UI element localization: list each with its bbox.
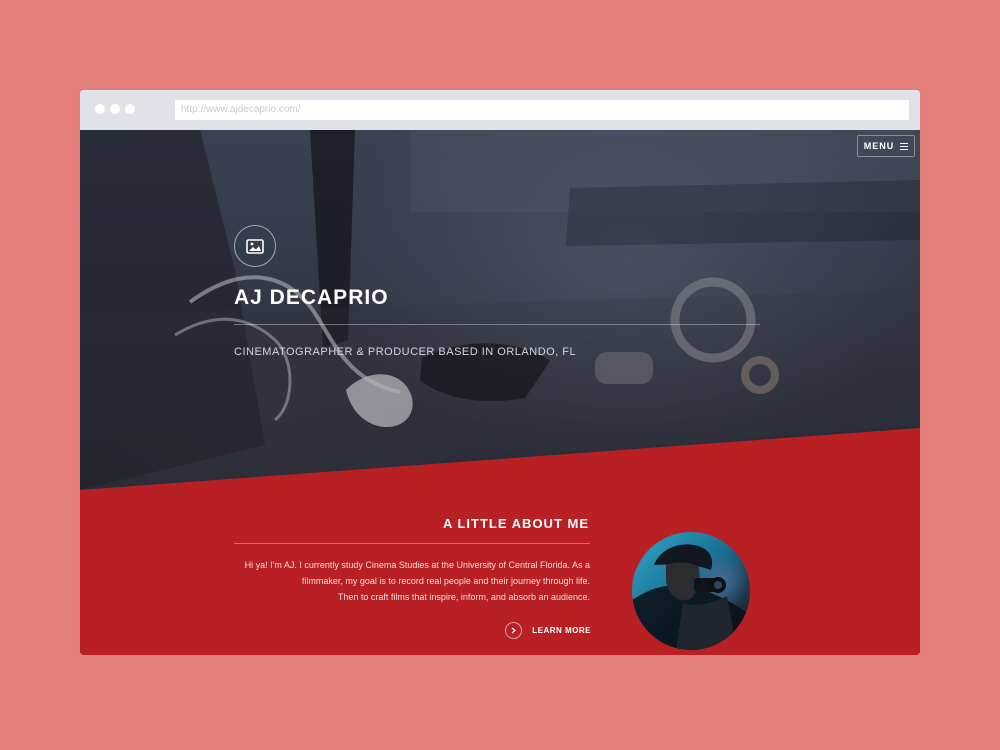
- hero-image-badge: [234, 225, 276, 267]
- hero-divider: [234, 324, 760, 325]
- address-text: http://www.ajdecaprio.com/: [181, 104, 301, 115]
- about-heading: A LITTLE ABOUT ME: [442, 516, 589, 531]
- website-viewport: MENU AJ DECAPRIO CINEMATOGRAPHER & PRODU…: [80, 130, 920, 655]
- menu-label: MENU: [863, 141, 895, 151]
- menu-button[interactable]: MENU: [857, 135, 915, 157]
- address-bar[interactable]: http://www.ajdecaprio.com/: [175, 100, 909, 120]
- image-icon: [246, 238, 264, 254]
- about-divider: [234, 543, 590, 544]
- profile-photo: [632, 532, 750, 650]
- window-dot-3: [125, 104, 135, 114]
- hamburger-icon: [900, 142, 909, 150]
- hero-title: AJ DECAPRIO: [234, 286, 389, 309]
- profile-photo-art: [632, 544, 750, 650]
- about-paragraph-line-2: filmmaker, my goal is to record real peo…: [301, 576, 590, 586]
- window-dot-2: [110, 104, 120, 114]
- window-dot-1: [95, 104, 105, 114]
- hero-subtitle: CINEMATOGRAPHER & PRODUCER BASED IN ORLA…: [234, 346, 577, 358]
- browser-window: http://www.ajdecaprio.com/ MENU AJ DECAP…: [80, 90, 920, 655]
- learn-more-button[interactable]: LEARN MORE: [505, 621, 591, 639]
- browser-bar: http://www.ajdecaprio.com/: [80, 90, 920, 130]
- about-paragraph-line-1: Hi ya! I'm AJ. I currently study Cinema …: [244, 560, 590, 570]
- about-paragraph: Hi ya! I'm AJ. I currently study Cinema …: [234, 557, 590, 605]
- chevron-right-icon: [505, 621, 522, 639]
- about-paragraph-line-3: Then to craft films that inspire, inform…: [337, 592, 590, 602]
- learn-more-label: LEARN MORE: [532, 625, 591, 635]
